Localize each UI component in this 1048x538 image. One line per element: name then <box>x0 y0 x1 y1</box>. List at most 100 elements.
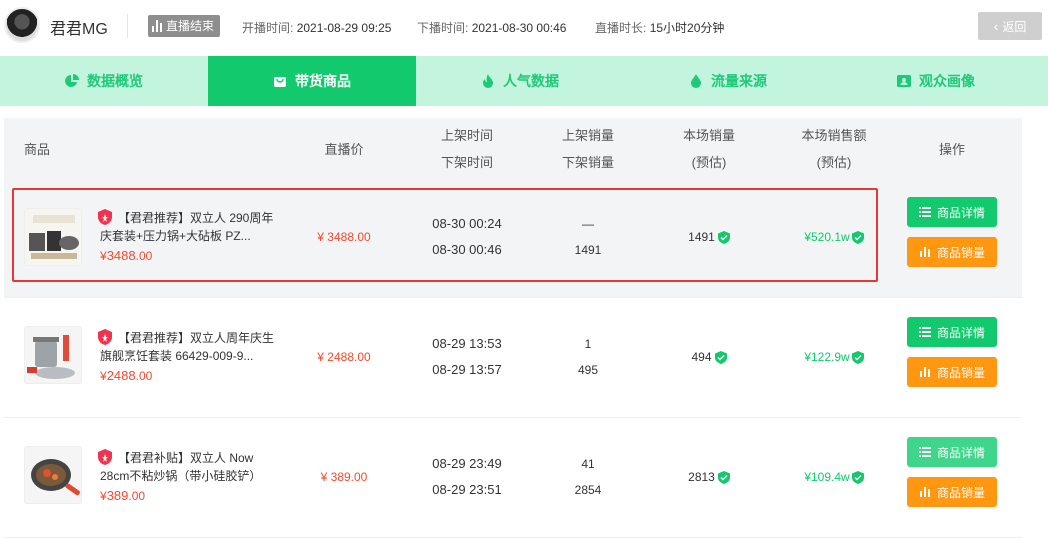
table-row[interactable]: 【君君推荐】双立人 290周年庆套装+压力锅+大砧板 PZ... ¥3488.0… <box>4 178 1022 298</box>
off-sales: 1491 <box>574 243 602 257</box>
header-label: 上架时间 <box>440 128 493 143</box>
off-time: 08-29 23:51 <box>432 482 502 497</box>
on-sales: 1 <box>584 337 592 351</box>
header-label: (预估) <box>816 155 852 170</box>
product-table: 商品 直播价 上架时间 下架时间 上架销量 下架销量 本场销量 (预估) 本场销… <box>4 118 1022 538</box>
off-time: 08-29 13:57 <box>432 362 502 377</box>
header-sales: 上架销量 下架销量 <box>552 118 624 178</box>
product-name[interactable]: 【君君补贴】双立人 Now 28cm不粘炒锅（带小硅胶铲） <box>100 449 276 485</box>
start-time-value: 2021-08-29 09:25 <box>296 21 392 35</box>
button-label: 商品详情 <box>936 205 985 220</box>
shelf-sales: 41 2854 <box>552 451 624 503</box>
verified-shield-icon <box>717 470 730 484</box>
live-price: ¥ 2488.00 <box>317 350 371 364</box>
product-sales-button[interactable]: 商品销量 <box>907 477 997 507</box>
off-sales: 2854 <box>574 483 602 497</box>
live-status-badge: 直播结束 <box>148 15 221 37</box>
product-thumbnail[interactable] <box>24 208 82 266</box>
chevron-left-icon: ‹ <box>993 18 999 34</box>
header-label: 下架销量 <box>561 155 614 170</box>
cookware-image <box>25 209 81 265</box>
tab-audience[interactable]: 观众画像 <box>832 56 1040 106</box>
price-dec: .00 <box>135 369 153 383</box>
price-int: 389 <box>106 488 129 503</box>
droplet-icon <box>691 74 701 88</box>
shelf-times: 08-29 23:49 08-29 23:51 <box>419 451 515 503</box>
tab-products[interactable]: 带货商品 <box>208 56 416 106</box>
table-row[interactable]: 【君君推荐】双立人周年庆生旗舰烹饪套装 66429-009-9... ¥2488… <box>4 298 1022 418</box>
verified-shield-icon <box>851 470 864 484</box>
product-detail-button[interactable]: 商品详情 <box>907 437 997 467</box>
shop-bag-icon <box>274 77 286 87</box>
sales-volume: 494 <box>666 350 752 364</box>
table-header: 商品 直播价 上架时间 下架时间 上架销量 下架销量 本场销量 (预估) 本场销… <box>4 118 1022 178</box>
product-name[interactable]: 【君君推荐】双立人周年庆生旗舰烹饪套装 66429-009-9... <box>100 329 276 365</box>
tab-label: 人气数据 <box>503 73 559 89</box>
volume-value: 494 <box>691 350 712 364</box>
shelf-times: 08-29 13:53 08-29 13:57 <box>419 331 515 383</box>
header-actions: 操作 <box>907 118 997 178</box>
product-sales-button[interactable]: 商品销量 <box>907 237 997 267</box>
tab-label: 带货商品 <box>295 73 351 89</box>
header-label: 本场销量 <box>682 128 735 143</box>
on-time: 08-29 23:49 <box>432 456 502 471</box>
duration: 直播时长: 15小时20分钟 <box>595 19 724 36</box>
duration-label: 直播时长: <box>595 21 647 35</box>
product-name[interactable]: 【君君推荐】双立人 290周年庆套装+压力锅+大砧板 PZ... <box>100 209 276 245</box>
product-thumbnail[interactable] <box>24 326 82 384</box>
live-price: ¥ 389.00 <box>320 470 368 484</box>
price-int: 3488 <box>106 248 136 263</box>
price-sign: ¥ <box>100 369 107 383</box>
tab-popularity[interactable]: 人气数据 <box>416 56 624 106</box>
table-row[interactable]: 【君君补贴】双立人 Now 28cm不粘炒锅（带小硅胶铲） ¥389.00 ¥ … <box>4 418 1022 538</box>
button-label: 商品详情 <box>936 445 985 460</box>
product-detail-button[interactable]: 商品详情 <box>907 317 997 347</box>
shelf-sales: 1 495 <box>552 331 624 383</box>
pie-chart-icon <box>65 74 79 87</box>
header-label: 下架时间 <box>440 155 493 170</box>
back-button[interactable]: ‹ 返回 <box>978 12 1042 40</box>
tab-overview[interactable]: 数据概览 <box>0 56 208 106</box>
verified-shield-icon <box>851 230 864 244</box>
button-label: 商品销量 <box>936 485 985 500</box>
price-dec: .00 <box>128 489 146 503</box>
verified-shield-icon <box>717 230 730 244</box>
bar-chart-icon <box>919 247 930 257</box>
anchor-name: 君君MG <box>50 21 108 38</box>
product-price: ¥389.00 <box>100 488 145 503</box>
sales-amount: ¥520.1w <box>784 230 884 244</box>
on-sales: 41 <box>581 457 595 471</box>
cookware-image <box>25 447 81 503</box>
price-sign: ¥ <box>100 489 107 503</box>
header-label: 直播价 <box>324 141 364 157</box>
button-label: 商品销量 <box>936 365 985 380</box>
price-dec: .00 <box>135 249 153 263</box>
header-times: 上架时间 下架时间 <box>419 118 515 178</box>
volume-value: 1491 <box>688 230 715 244</box>
sales-volume: 2813 <box>666 470 752 484</box>
price-sign: ¥ <box>100 249 107 263</box>
user-card-icon <box>897 75 911 87</box>
tab-traffic-source[interactable]: 流量来源 <box>624 56 832 106</box>
product-thumbnail[interactable] <box>24 446 82 504</box>
bar-chart-icon <box>152 20 162 32</box>
flame-icon <box>483 74 493 88</box>
product-price: ¥3488.00 <box>100 248 152 263</box>
start-time: 开播时间: 2021-08-29 09:25 <box>242 19 391 36</box>
avatar[interactable] <box>4 7 40 43</box>
on-time: 08-29 13:53 <box>432 336 502 351</box>
verified-shield-icon <box>714 350 727 364</box>
off-time: 08-30 00:46 <box>432 242 502 257</box>
divider <box>127 14 128 38</box>
bar-chart-icon <box>919 487 930 497</box>
button-label: 商品详情 <box>936 325 985 340</box>
on-time: 08-30 00:24 <box>432 216 502 231</box>
shelf-times: 08-30 00:24 08-30 00:46 <box>419 211 515 263</box>
product-sales-button[interactable]: 商品销量 <box>907 357 997 387</box>
product-detail-button[interactable]: 商品详情 <box>907 197 997 227</box>
on-sales: — <box>582 217 594 231</box>
live-price: ¥ 3488.00 <box>317 230 371 244</box>
amount-value: ¥520.1w <box>804 230 850 244</box>
tab-label: 数据概览 <box>87 73 143 89</box>
sales-amount: ¥109.4w <box>784 470 884 484</box>
